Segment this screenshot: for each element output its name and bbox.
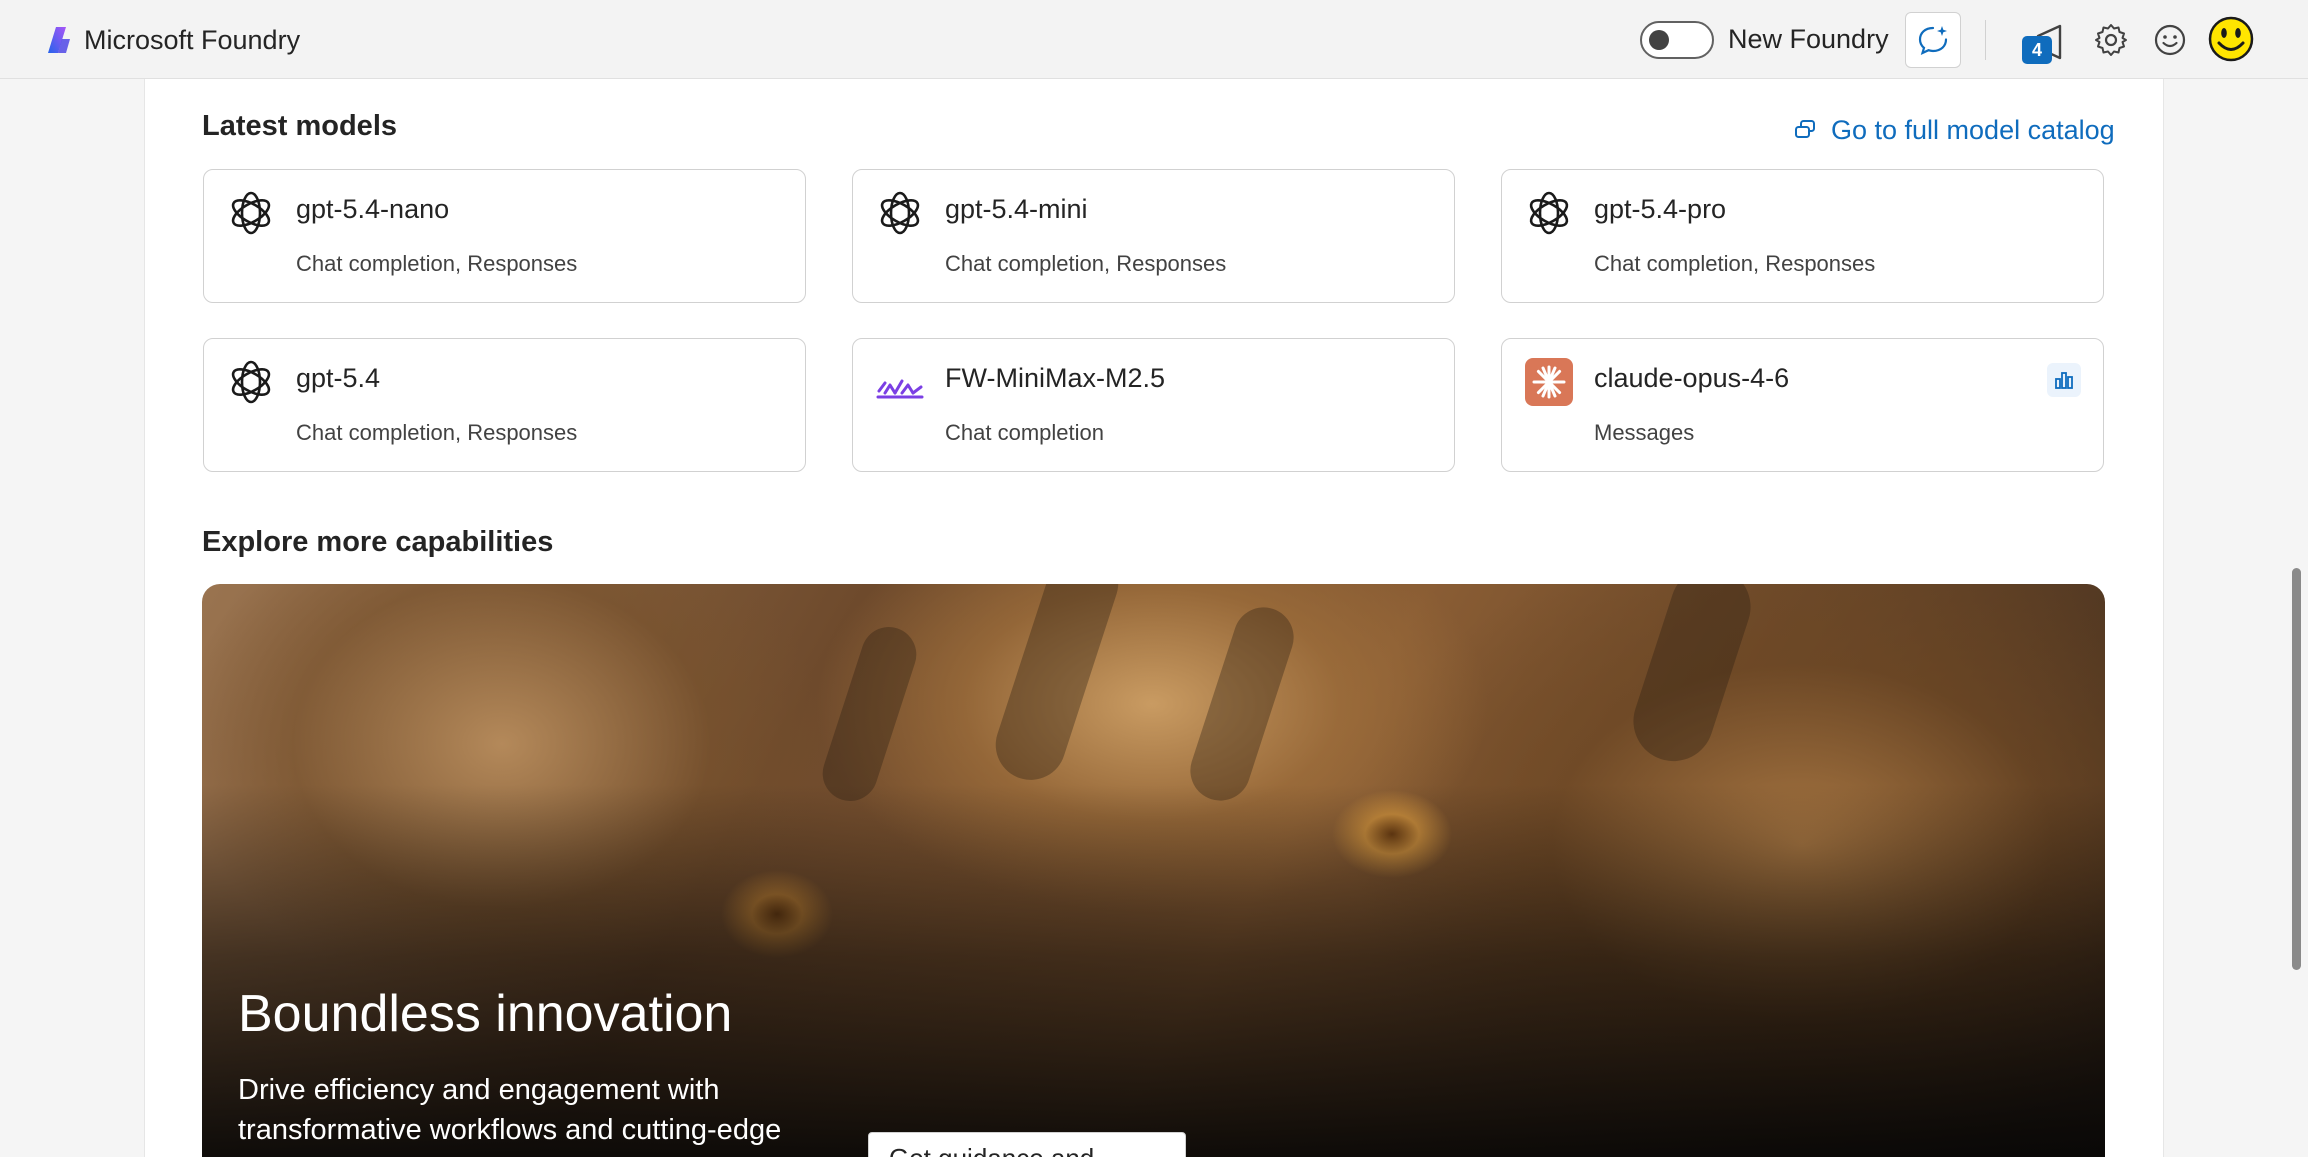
hero-title: Boundless innovation: [238, 985, 733, 1043]
model-card-claude-opus-4-6[interactable]: claude-opus-4-6 Messages: [1501, 338, 2104, 472]
benchmark-button[interactable]: [2047, 363, 2081, 397]
minimax-logo-icon: [875, 357, 925, 407]
foundry-logo-icon: [48, 27, 70, 53]
new-foundry-label: New Foundry: [1728, 24, 1889, 54]
feedback-smiley-icon: [2154, 24, 2186, 56]
model-card-gpt-5-4-nano[interactable]: gpt-5.4-nano Chat completion, Responses: [203, 169, 806, 303]
model-capabilities: Chat completion, Responses: [296, 420, 578, 445]
model-name: gpt-5.4-mini: [945, 194, 1088, 224]
catalog-icon: [1795, 120, 1815, 138]
copilot-chat-button[interactable]: [1905, 12, 1961, 68]
anthropic-logo-icon: [1524, 357, 1574, 407]
model-name: claude-opus-4-6: [1594, 363, 1790, 393]
model-name: FW-MiniMax-M2.5: [945, 363, 1166, 393]
user-avatar[interactable]: [2208, 16, 2254, 62]
model-name: gpt-5.4-nano: [296, 194, 450, 224]
catalog-link-label: Go to full model catalog: [1831, 114, 2115, 145]
model-card-fw-minimax-m2-5[interactable]: FW-MiniMax-M2.5 Chat completion: [852, 338, 1455, 472]
copilot-chat-icon: [1918, 26, 1948, 56]
model-card-gpt-5-4-mini[interactable]: gpt-5.4-mini Chat completion, Responses: [852, 169, 1455, 303]
top-bar: Microsoft Foundry New Foundry 4: [0, 0, 2308, 79]
new-foundry-toggle[interactable]: [1640, 21, 1714, 59]
explore-capabilities-title: Explore more capabilities: [202, 526, 554, 558]
openai-logo-icon: [1524, 188, 1574, 238]
settings-icon: [2095, 24, 2127, 56]
notification-badge: 4: [2022, 36, 2052, 64]
scrollbar-thumb[interactable]: [2292, 568, 2301, 970]
model-name: gpt-5.4-pro: [1594, 194, 1727, 224]
brand[interactable]: Microsoft Foundry: [44, 22, 300, 58]
model-capabilities: Chat completion: [945, 420, 1104, 445]
openai-logo-icon: [875, 188, 925, 238]
model-capabilities: Chat completion, Responses: [945, 251, 1227, 276]
model-name: gpt-5.4: [296, 363, 381, 393]
model-card-gpt-5-4-pro[interactable]: gpt-5.4-pro Chat completion, Responses: [1501, 169, 2104, 303]
settings-button[interactable]: [2093, 22, 2129, 58]
model-card-gpt-5-4[interactable]: gpt-5.4 Chat completion, Responses: [203, 338, 806, 472]
hero-guidance-button[interactable]: Get guidance and: [868, 1132, 1186, 1157]
toggle-knob: [1649, 30, 1669, 50]
feedback-button[interactable]: [2152, 22, 2188, 58]
benchmark-chart-icon: [2055, 372, 2073, 389]
latest-models-title: Latest models: [202, 110, 397, 142]
model-capabilities: Chat completion, Responses: [1594, 251, 1876, 276]
smiley-avatar-icon: [2208, 16, 2254, 62]
openai-logo-icon: [226, 357, 276, 407]
model-capabilities: Messages: [1594, 420, 1695, 445]
openai-logo-icon: [226, 188, 276, 238]
full-model-catalog-link[interactable]: Go to full model catalog: [1793, 114, 2115, 146]
hero-banner: Boundless innovation Drive efficiency an…: [202, 584, 2105, 1157]
app-title: Microsoft Foundry: [84, 24, 301, 55]
hero-description: Drive efficiency and engagement with tra…: [238, 1074, 782, 1146]
model-capabilities: Chat completion, Responses: [296, 251, 578, 276]
header-divider: [1985, 20, 1986, 60]
